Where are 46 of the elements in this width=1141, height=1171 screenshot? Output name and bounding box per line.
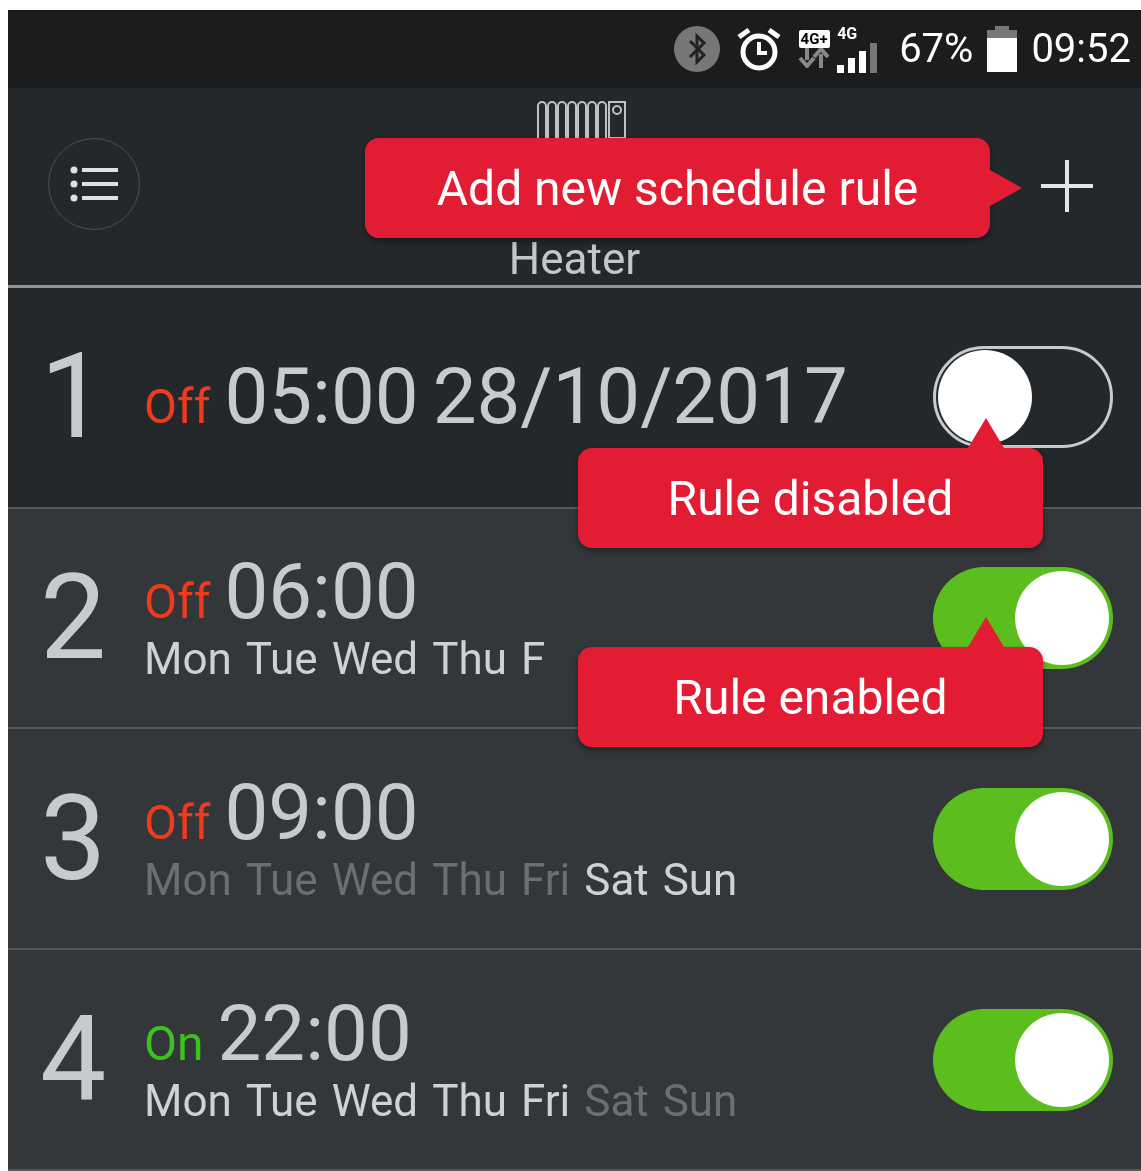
rule-time: 05:00 xyxy=(224,356,419,439)
weekday-label: Fri xyxy=(520,1074,571,1127)
plus-icon[interactable] xyxy=(1041,159,1093,212)
rule-number: 1 xyxy=(40,338,108,457)
network-label: 4G xyxy=(837,24,859,44)
callout-text: Rule disabled xyxy=(667,469,954,527)
rule-state: Off xyxy=(144,573,211,631)
rule-state: On xyxy=(144,1014,204,1072)
weekday-label: Sun xyxy=(662,853,738,906)
weekday-label: Fri xyxy=(520,853,571,906)
rule-number: 2 xyxy=(40,559,108,677)
rule-date: 28/10/2017 xyxy=(432,356,848,439)
rule-number: 3 xyxy=(40,779,108,898)
weekday-label: Sun xyxy=(662,1074,738,1127)
bluetooth-icon xyxy=(673,24,722,73)
device-title: Heater xyxy=(507,234,642,283)
weekday-label: Thu xyxy=(432,853,507,906)
network-label: 4G+ xyxy=(798,29,830,48)
weekday-label: Tue xyxy=(245,853,318,906)
radiator-icon xyxy=(535,99,627,140)
weekday-label: Thu xyxy=(432,1074,507,1127)
rule-state: Off xyxy=(144,378,211,436)
rule-time: 09:00 xyxy=(224,771,419,854)
weekday-label: Sat xyxy=(584,1074,649,1127)
weekday-label: Thu xyxy=(432,632,507,685)
weekday-label: Wed xyxy=(331,632,419,685)
rule-number: 4 xyxy=(40,1000,108,1119)
rule-state: Off xyxy=(144,793,211,851)
rule-time: 06:00 xyxy=(224,551,419,633)
callout-text: Rule enabled xyxy=(673,668,948,726)
weekday-label: Wed xyxy=(331,853,419,906)
battery-icon xyxy=(987,25,1018,72)
weekday-label: Tue xyxy=(245,632,318,685)
weekday-label: Mon xyxy=(144,632,232,685)
rule-time: 22:00 xyxy=(217,992,412,1075)
weekday-label: Mon xyxy=(144,1074,232,1127)
clock-time: 09:52 xyxy=(1031,25,1131,73)
weekday-label: F xyxy=(520,632,546,685)
weekday-label: Mon xyxy=(144,853,232,906)
weekday-label: Tue xyxy=(245,1074,318,1127)
menu-icon xyxy=(70,165,118,202)
battery-percent: 67% xyxy=(899,25,974,73)
weekday-label: Wed xyxy=(331,1074,419,1127)
data-arrows-icon xyxy=(797,47,832,68)
callout-text: Add new schedule rule xyxy=(436,159,919,217)
weekday-label: Sat xyxy=(584,853,649,906)
